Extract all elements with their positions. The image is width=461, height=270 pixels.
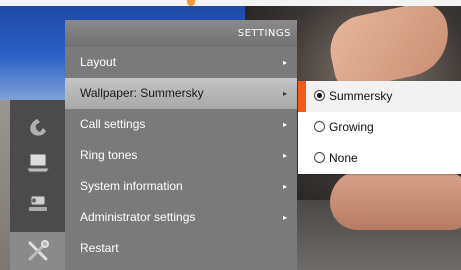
submenu-arrow-icon: ▸ [282,89,287,98]
radio-checked-icon[interactable] [314,90,325,102]
submenu-arrow-icon: ▸ [282,58,287,67]
laptop-icon-graphic [25,153,50,173]
wallpaper-option-label: Growing [329,120,374,134]
menu-item-ring-tones[interactable]: Ring tones ▸ [65,140,297,171]
menu-item-administrator-settings[interactable]: Administrator settings ▸ [65,202,297,233]
wallpaper-option-growing[interactable]: Growing [298,112,461,143]
wallpaper-option-none[interactable]: None [298,143,461,174]
menu-item-system-information[interactable]: System information ▸ [65,171,297,202]
video-camera-icon[interactable] [10,188,65,218]
menu-item-label: Wallpaper: Summersky [80,86,204,100]
menu-item-label: Administrator settings [80,210,196,224]
laptop-icon[interactable] [10,148,65,178]
selection-accent-bar [298,81,306,112]
wallpaper-submenu: Summersky Growing None [298,81,461,174]
tools-icon[interactable] [10,232,65,270]
radio-unchecked-icon[interactable] [314,152,325,164]
radio-unchecked-icon[interactable] [314,121,325,133]
tools-icon-graphic [28,240,49,261]
settings-menu-header: SETTINGS [65,20,297,47]
menu-item-layout[interactable]: Layout ▸ [65,47,297,78]
wallpaper-option-label: None [329,151,358,165]
phone-icon[interactable] [10,112,65,142]
wallpaper-option-summersky[interactable]: Summersky [298,81,461,112]
submenu-arrow-icon: ▸ [282,213,287,222]
settings-menu: SETTINGS Layout ▸ Wallpaper: Summersky ▸… [65,20,297,270]
submenu-arrow-icon: ▸ [282,151,287,160]
video-camera-icon-graphic [28,195,47,211]
top-edge-bar [0,0,461,6]
app-dock [10,100,65,270]
menu-item-wallpaper[interactable]: Wallpaper: Summersky ▸ [65,78,297,109]
menu-item-label: Call settings [80,117,146,131]
menu-item-label: System information [80,179,183,193]
wallpaper-hand-bottom [330,170,461,230]
wallpaper-option-label: Summersky [329,89,393,103]
menu-item-label: Layout [80,55,117,69]
menu-item-restart[interactable]: Restart [65,233,297,264]
submenu-arrow-icon: ▸ [282,120,287,129]
submenu-arrow-icon: ▸ [282,182,287,191]
menu-item-label: Restart [80,241,119,255]
phone-icon-graphic [29,119,46,136]
menu-item-label: Ring tones [80,148,138,162]
menu-item-call-settings[interactable]: Call settings ▸ [65,109,297,140]
